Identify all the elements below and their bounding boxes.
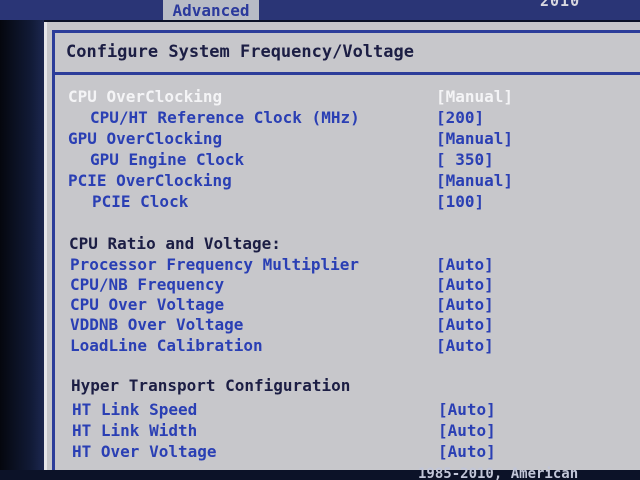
- setting-label: Processor Frequency Multiplier: [70, 255, 359, 274]
- setting-value[interactable]: [Auto]: [436, 315, 494, 335]
- setting-value[interactable]: [Auto]: [436, 295, 494, 315]
- setting-value[interactable]: [Manual]: [436, 129, 513, 149]
- setting-label: CPU/NB Frequency: [70, 275, 225, 294]
- setting-value[interactable]: [Auto]: [438, 400, 496, 420]
- setting-label: GPU Engine Clock: [90, 150, 245, 169]
- setting-value[interactable]: [100]: [436, 192, 484, 212]
- setting-label: CPU/HT Reference Clock (MHz): [90, 108, 360, 127]
- setting-label: PCIE Clock: [92, 192, 189, 211]
- page-title: Configure System Frequency/Voltage: [66, 42, 414, 62]
- tab-advanced[interactable]: Advanced: [163, 0, 259, 20]
- copyright-text: 1985-2010, American: [418, 466, 579, 480]
- setting-value[interactable]: [Auto]: [436, 255, 494, 275]
- setting-label: GPU OverClocking: [68, 129, 223, 148]
- setting-label: CPU Over Voltage: [70, 295, 225, 314]
- setting-value[interactable]: [Manual]: [436, 87, 513, 107]
- setting-label: CPU OverClocking: [68, 87, 223, 106]
- section-heading-hyper-transport: Hyper Transport Configuration: [71, 376, 351, 395]
- setting-value[interactable]: [Auto]: [436, 275, 494, 295]
- setting-value[interactable]: [Auto]: [438, 442, 496, 462]
- setting-value[interactable]: [Auto]: [438, 421, 496, 441]
- setting-label: HT Over Voltage: [72, 442, 217, 461]
- setting-value[interactable]: [Manual]: [436, 171, 513, 191]
- setting-label: PCIE OverClocking: [68, 171, 232, 190]
- section-heading-cpu-ratio-voltage: CPU Ratio and Voltage:: [69, 234, 281, 253]
- setting-label: HT Link Speed: [72, 400, 198, 419]
- monitor-bezel: [0, 0, 44, 480]
- setting-value[interactable]: [Auto]: [436, 336, 494, 356]
- bios-screen: Advanced 2010 Configure System Frequency…: [0, 0, 640, 480]
- setting-value[interactable]: [ 350]: [436, 150, 494, 170]
- menu-bar-right-text: 2010: [540, 0, 581, 10]
- title-divider: [55, 72, 640, 75]
- setting-label: LoadLine Calibration: [70, 336, 263, 355]
- setting-value[interactable]: [200]: [436, 108, 484, 128]
- setting-label: HT Link Width: [72, 421, 198, 440]
- setting-label: VDDNB Over Voltage: [70, 315, 244, 334]
